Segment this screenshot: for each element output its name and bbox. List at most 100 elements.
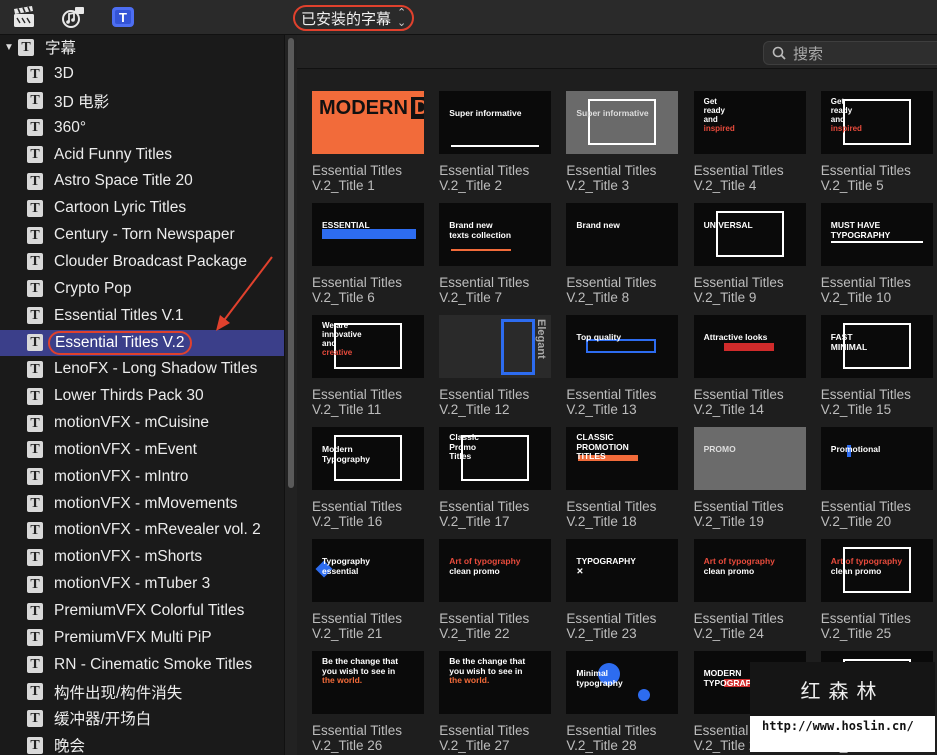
search-input[interactable]: 搜索 [763,41,937,65]
title-thumbnail[interactable]: Promotional [820,427,933,490]
title-tile[interactable]: MUST HAVE TYPOGRAPHY Essential Titles V.2_T… [820,203,933,305]
sidebar-item[interactable]: TmotionVFX - mEvent [0,437,284,463]
title-thumbnail[interactable]: PROMO [693,427,806,490]
thumbnail-text: Modern Typography [322,444,370,464]
title-thumbnail[interactable]: UNIVERSAL [693,203,806,266]
sidebar-item[interactable]: T 360° [0,115,284,141]
title-thumbnail[interactable]: Brand new [566,203,679,266]
title-tile[interactable]: Classic Promo Titles Essential Titles V.2_Ti… [439,427,552,529]
thumbnail-text: Art of typographyclean promo [704,556,775,576]
title-tile[interactable]: Brand new Essential Titles V.2_Title 8 [566,203,679,305]
title-tile[interactable]: Attractive looks Essential Titles V.2_Titl… [693,315,806,417]
title-thumbnail[interactable]: Modern Typography [312,427,424,490]
sidebar-item[interactable]: T 缓冲器/开场白 [0,705,284,731]
sidebar-scrollbar[interactable] [284,35,297,755]
title-thumbnail[interactable]: Brand new texts collection [439,203,552,266]
sidebar-item[interactable]: TmotionVFX - mCuisine [0,410,284,436]
sidebar-item[interactable]: TmotionVFX - mIntro [0,464,284,490]
sidebar-item[interactable]: T Astro Space Title 20 [0,168,284,194]
title-tile[interactable]: UNIVERSAL Essential Titles V.2_Title 9 [693,203,806,305]
title-tile[interactable]: Promotional Essential Titles V.2_Title 20 [820,427,933,529]
title-thumbnail[interactable]: Super informative [439,91,552,154]
title-tile[interactable]: Be the change that you wish to see in the … [439,651,552,753]
titles-icon[interactable]: T [110,5,136,29]
title-thumbnail[interactable]: We are innovative and creative [312,315,424,378]
sidebar-item[interactable]: TmotionVFX - mRevealer vol. 2 [0,517,284,543]
watermark: 红森林 http://www.hoslin.cn/ [750,662,935,752]
title-tile[interactable]: FAST MINIMAL Essential Titles V.2_Title 15 [820,315,933,417]
title-thumbnail[interactable]: CLASSIC PROMOTION TITLES [566,427,679,490]
sidebar-item[interactable]: T PremiumVFX Colorful Titles [0,598,284,624]
sidebar-item[interactable]: T RN - Cinematic Smoke Titles [0,652,284,678]
title-thumbnail[interactable]: Elegant [439,315,552,378]
title-tile[interactable]: Top quality Essential Titles V.2_Title 13 [566,315,679,417]
sidebar-item[interactable]: T PremiumVFX Multi PiP [0,625,284,651]
title-tile[interactable]: Be the change that you wish to see in the … [312,651,424,753]
sidebar-root-row[interactable]: ▼ T 字幕 [0,35,284,59]
title-tile[interactable]: MODERNDESIGN Essential TitlesV.2_Title 1 [312,91,424,193]
caption-line-2: V.2_Title 6 [312,290,375,305]
title-tile[interactable]: Art of typographyclean promo Essential Ti… [693,539,806,641]
sidebar-item[interactable]: T Lower Thirds Pack 30 [0,383,284,409]
title-thumbnail[interactable]: TYPOGRAPHY ✕ [566,539,679,602]
title-thumbnail[interactable]: ESSENTIAL [312,203,424,266]
thumb-blue-dot [638,689,651,701]
sidebar-item[interactable]: TmotionVFX - mShorts [0,544,284,570]
sidebar-item[interactable]: TmotionVFX - mTuber 3 [0,571,284,597]
title-tile[interactable]: ESSENTIAL Essential Titles V.2_Title 6 [312,203,424,305]
title-tile[interactable]: Modern Typography Essential Titles V.2_Titl… [312,427,424,529]
title-caption: Essential Titles V.2_Title 28 [566,723,678,753]
disclosure-triangle-icon[interactable]: ▼ [4,42,16,53]
thumbnail-text-line: creative [322,348,353,357]
music-photo-icon[interactable] [60,5,86,29]
title-tile[interactable]: Minimal typography Essential Titles V.2_Tit… [566,651,679,753]
thumbnail-text: CLASSIC PROMOTION TITLES [576,432,628,462]
title-tile[interactable]: Super informative Essential Titles V.2_Tit… [566,91,679,193]
scrollbar-thumb[interactable] [288,38,294,488]
thumbnail-text-line: Super informative [576,108,649,118]
sidebar-item-label: 360° [54,118,87,136]
title-thumbnail[interactable]: Super informative [566,91,679,154]
title-thumbnail[interactable]: Attractive looks [693,315,806,378]
title-tile[interactable]: Get ready and inspired Essential Titles V.2_T… [820,91,933,193]
sidebar-item[interactable]: T Century - Torn Newspaper [0,222,284,248]
title-thumbnail[interactable]: MODERNDESIGN [312,91,424,154]
title-tile[interactable]: Art of typographyclean promo Essential Ti… [820,539,933,641]
sidebar-item[interactable]: T LenoFX - Long Shadow Titles [0,356,284,382]
caption-line-1: Essential Titles [820,275,911,290]
title-browser-dropdown[interactable]: 已安装的字幕 ⌃ ⌄ [293,5,415,31]
sidebar-item-label: motionVFX - mMovements [54,494,238,512]
title-tile[interactable]: Brand new texts collection Essential Title… [439,203,552,305]
title-thumbnail[interactable]: Get ready and inspired [693,91,806,154]
sidebar-item[interactable]: T 晚会 [0,732,284,755]
title-tile[interactable]: Typography essential Essential Titles V.2_T… [312,539,424,641]
title-thumbnail[interactable]: Classic Promo Titles [439,427,552,490]
title-thumbnail[interactable]: FAST MINIMAL [820,315,933,378]
title-thumbnail[interactable]: Minimal typography [566,651,679,714]
title-thumbnail[interactable]: Art of typographyclean promo [439,539,552,602]
title-thumbnail[interactable]: Top quality [566,315,679,378]
title-thumbnail[interactable]: Be the change that you wish to see in the … [312,651,424,714]
title-tile[interactable]: Super informative Essential Titles V.2_Tit… [439,91,552,193]
sidebar-item[interactable]: T 3D 电影 [0,88,284,114]
sidebar-item[interactable]: TmotionVFX - mMovements [0,491,284,517]
title-tile[interactable]: TYPOGRAPHY ✕ Essential Titles V.2_Title 23 [566,539,679,641]
title-thumbnail[interactable]: Be the change that you wish to see in the … [439,651,552,714]
title-thumbnail[interactable]: MUST HAVE TYPOGRAPHY [820,203,933,266]
thumbnail-text-line: Get [830,97,845,106]
sidebar-item[interactable]: T 3D [0,61,284,87]
title-thumbnail[interactable]: Art of typographyclean promo [820,539,933,602]
title-tile[interactable]: Art of typographyclean promo Essential Ti… [439,539,552,641]
title-tile[interactable]: Get ready and inspired Essential Titles V.2_T… [693,91,806,193]
title-tile[interactable]: We are innovative and creative Essential Tit… [312,315,424,417]
sidebar-item[interactable]: T Cartoon Lyric Titles [0,195,284,221]
sidebar-item[interactable]: T 构件出现/构件消失 [0,679,284,705]
title-thumbnail[interactable]: Get ready and inspired [820,91,933,154]
sidebar-item[interactable]: T Acid Funny Titles [0,142,284,168]
title-tile[interactable]: PROMO Essential Titles V.2_Title 19 [693,427,806,529]
title-thumbnail[interactable]: Art of typographyclean promo [693,539,806,602]
title-tile[interactable]: Elegant Essential Titles V.2_Title 12 [439,315,552,417]
title-tile[interactable]: CLASSIC PROMOTION TITLES Essential Titles V.… [566,427,679,529]
title-thumbnail[interactable]: Typography essential [312,539,424,602]
clapper-icon[interactable] [11,5,37,29]
